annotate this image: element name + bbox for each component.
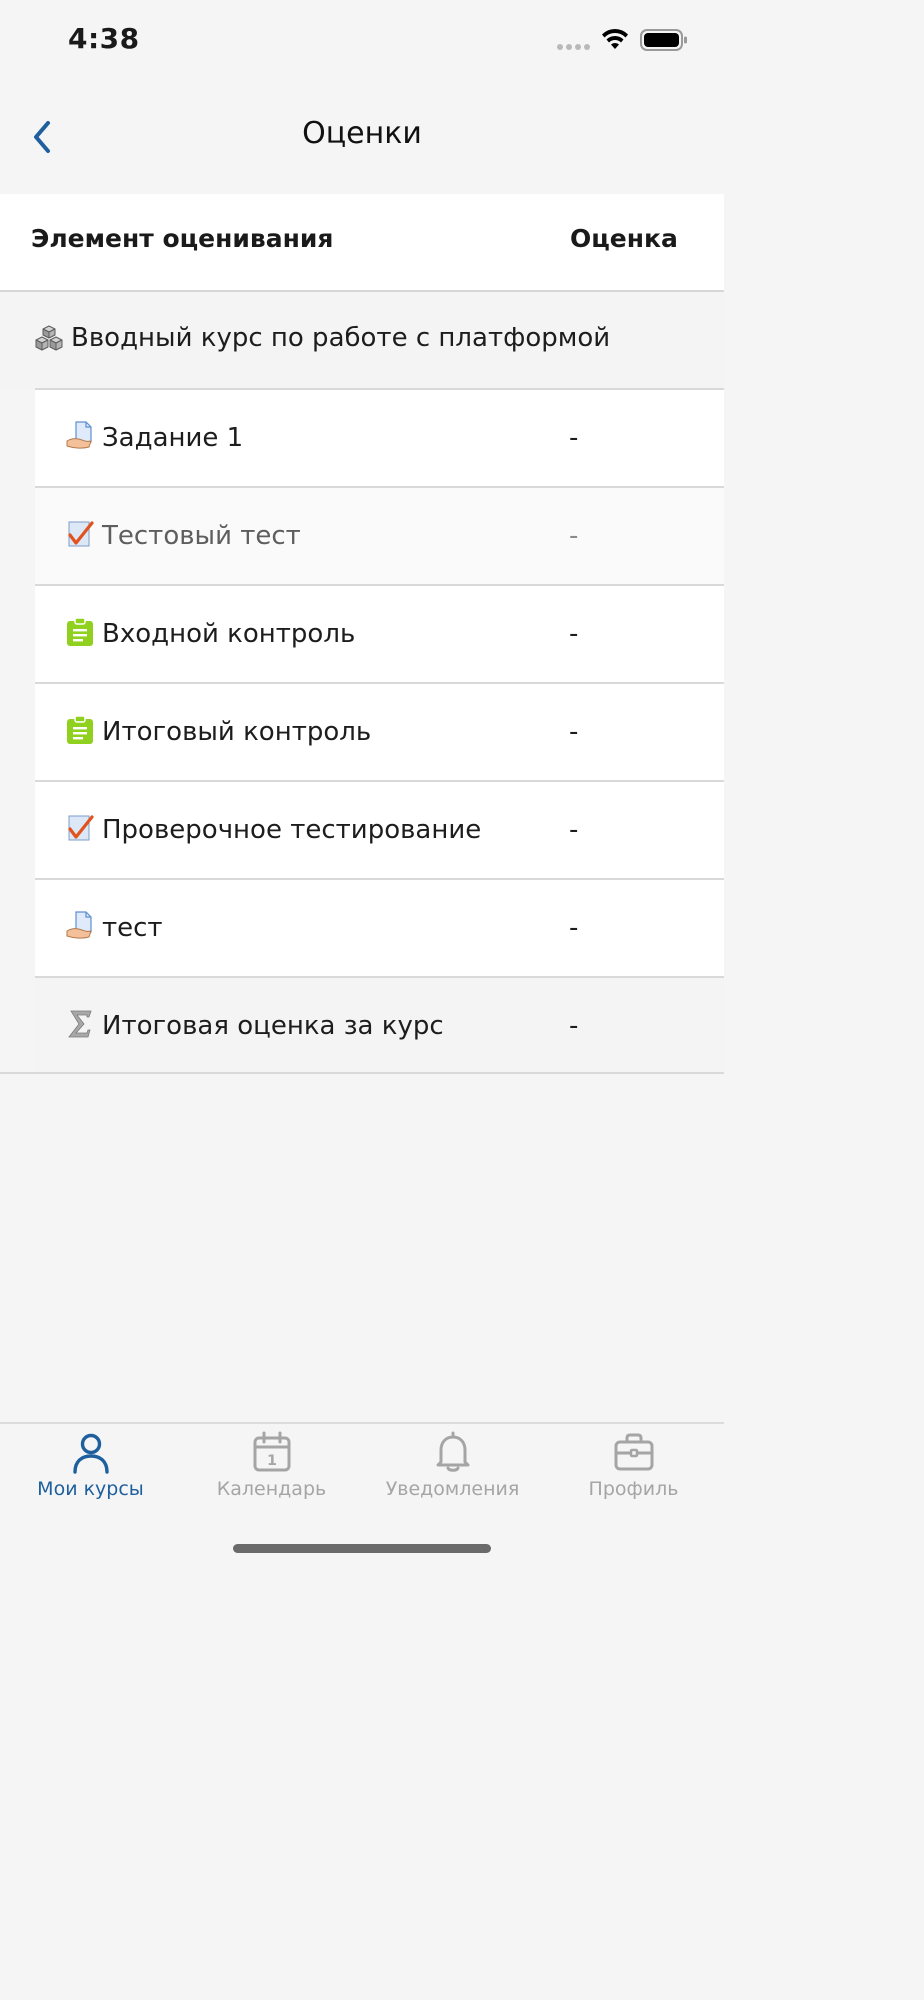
assignment-icon [66,911,92,939]
grade-item-row[interactable]: тест - [35,878,724,976]
grade-item-value: - [569,815,579,845]
page-title: Оценки [302,116,422,151]
grade-item-label: Тестовый тест [102,521,301,551]
grade-item-label: Итоговый контроль [102,717,372,747]
battery-icon [640,29,687,51]
wifi-icon [602,28,628,49]
grade-item-row[interactable]: Задание 1 - [35,388,724,486]
assignment-icon [66,421,92,449]
grade-item-row[interactable]: Проверочное тестирование - [35,780,724,878]
grade-item-value: - [569,619,579,649]
category-row: Вводный курс по работе с платформой [0,292,724,388]
tab-profile[interactable]: Профиль [543,1428,724,1518]
grade-items-list: Задание 1 - Тестовый тест - Входной конт… [35,388,724,1074]
grades-table-header: Элемент оценивания Оценка [0,194,724,292]
grade-item-label: тест [102,913,163,943]
cellular-signal-icon [557,44,591,50]
grade-item-label: Задание 1 [102,423,244,453]
tab-label: Уведомления [385,1478,520,1500]
tab-notifications[interactable]: Уведомления [362,1428,543,1518]
tab-calendar[interactable]: 1 Календарь [181,1428,362,1518]
grade-item-row[interactable]: Входной контроль - [35,584,724,682]
home-indicator[interactable] [233,1544,491,1553]
grade-item-label: Входной контроль [102,619,356,649]
course-total-value: - [569,1011,579,1041]
tab-label: Календарь [216,1478,327,1500]
column-header-grade: Оценка [570,224,678,253]
status-time: 4:38 [68,22,140,55]
tab-label: Мои курсы [37,1478,144,1500]
grade-item-value: - [569,521,579,551]
grade-item-row[interactable]: Тестовый тест - [35,486,724,584]
nav-bar: Оценки [0,80,724,194]
course-total-label: Итоговая оценка за курс [102,1011,444,1041]
briefcase-icon [614,1433,653,1471]
tab-my-courses[interactable]: Мои курсы [0,1428,181,1518]
grade-item-row[interactable]: Итоговый контроль - [35,682,724,780]
list-divider [0,1072,724,1074]
svg-text:1: 1 [267,1453,277,1469]
sigma-icon [68,1010,92,1038]
calendar-icon: 1 [253,1431,290,1472]
grade-item-label: Проверочное тестирование [102,815,482,845]
course-total-row: Итоговая оценка за курс - [35,976,724,1074]
quiz-icon [68,815,94,841]
grade-item-value: - [569,423,579,453]
bell-icon [436,1431,469,1472]
quiz-icon [68,521,94,547]
clipboard-icon [67,715,93,744]
cubes-icon [35,325,63,351]
column-header-item: Элемент оценивания [31,224,334,253]
tab-label: Профиль [588,1478,679,1500]
clipboard-icon [67,617,93,646]
grade-item-value: - [569,717,579,747]
category-label: Вводный курс по работе с платформой [71,323,611,353]
status-bar: 4:38 [0,0,724,80]
grade-item-value: - [569,913,579,943]
user-icon [72,1433,109,1474]
